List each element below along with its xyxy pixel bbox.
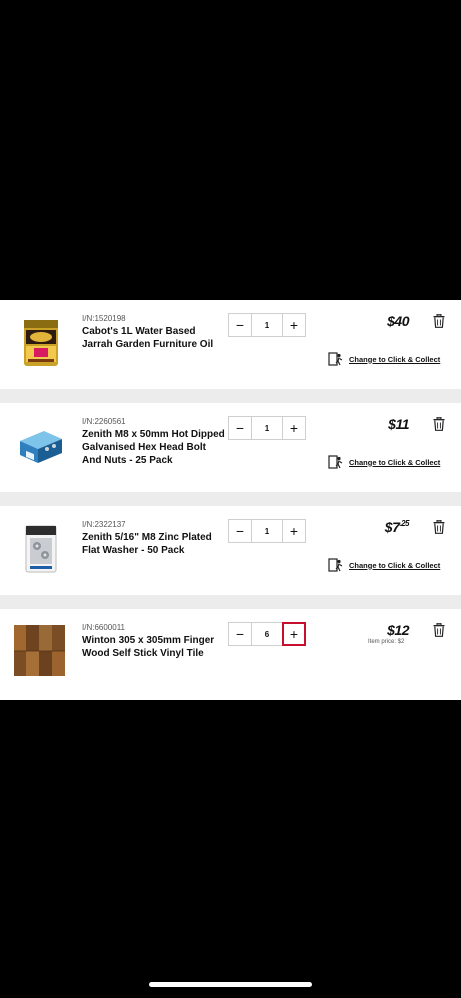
price-dollars: $11 (388, 416, 409, 432)
click-collect-icon (328, 352, 343, 366)
decrease-quantity-button[interactable]: − (228, 313, 252, 337)
product-image-vinyl-tile[interactable] (14, 625, 65, 676)
product-image-washer-pack[interactable] (14, 522, 68, 576)
item-name[interactable]: Cabot's 1L Water Based Jarrah Garden Fur… (82, 325, 227, 351)
decrease-quantity-button[interactable]: − (228, 416, 252, 440)
click-collect-icon (328, 455, 343, 469)
quantity-stepper: − 1 + (228, 313, 308, 337)
price-cents: .25 (399, 519, 409, 528)
click-collect-label[interactable]: Change to Click & Collect (349, 355, 440, 364)
item-number: I/N:1520198 (82, 314, 126, 323)
unit-price: Item price: $2 (368, 639, 405, 645)
cart-item: I/N:6600011 Winton 305 x 305mm Finger Wo… (0, 609, 461, 700)
price-dollars: $7 (384, 519, 400, 535)
price-dollars: $40 (387, 313, 409, 329)
cart-item: I/N:2322137 Zenith 5/16" M8 Zinc Plated … (0, 506, 461, 595)
decrease-quantity-button[interactable]: − (228, 519, 252, 543)
item-price: $7.25 (384, 519, 410, 535)
increase-quantity-button[interactable]: + (282, 622, 306, 646)
cart-item: I/N:1520198 Cabot's 1L Water Based Jarra… (0, 300, 461, 389)
quantity-value[interactable]: 1 (251, 519, 283, 543)
quantity-value[interactable]: 1 (251, 313, 283, 337)
quantity-value[interactable]: 6 (251, 622, 283, 646)
quantity-value[interactable]: 1 (251, 416, 283, 440)
trash-icon[interactable] (433, 314, 445, 328)
product-image-bolt-box[interactable] (14, 419, 68, 473)
item-number: I/N:2322137 (82, 520, 126, 529)
cart-list: I/N:1520198 Cabot's 1L Water Based Jarra… (0, 300, 461, 700)
home-indicator[interactable] (149, 982, 312, 987)
item-price: $12 (387, 622, 409, 638)
quantity-stepper: − 1 + (228, 416, 308, 440)
trash-icon[interactable] (433, 623, 445, 637)
item-name[interactable]: Zenith M8 x 50mm Hot Dipped Galvanised H… (82, 428, 227, 467)
trash-icon[interactable] (433, 520, 445, 534)
click-collect-icon (328, 558, 343, 572)
click-collect-link[interactable]: Change to Click & Collect (328, 454, 440, 470)
product-image-oil-tin[interactable] (14, 316, 68, 370)
click-collect-link[interactable]: Change to Click & Collect (328, 557, 440, 573)
increase-quantity-button[interactable]: + (282, 313, 306, 337)
quantity-stepper: − 6 + (228, 622, 308, 646)
item-price: $11 (388, 416, 409, 432)
click-collect-link[interactable]: Change to Click & Collect (328, 351, 440, 367)
cart-screen: { "cart": { "items": [ { "item_no": "I/N… (0, 0, 461, 998)
click-collect-label[interactable]: Change to Click & Collect (349, 561, 440, 570)
cart-item: I/N:2260561 Zenith M8 x 50mm Hot Dipped … (0, 403, 461, 492)
price-dollars: $12 (387, 622, 409, 638)
item-number: I/N:6600011 (82, 623, 125, 632)
item-name[interactable]: Winton 305 x 305mm Finger Wood Self Stic… (82, 634, 227, 660)
decrease-quantity-button[interactable]: − (228, 622, 252, 646)
trash-icon[interactable] (433, 417, 445, 431)
increase-quantity-button[interactable]: + (282, 416, 306, 440)
item-name[interactable]: Zenith 5/16" M8 Zinc Plated Flat Washer … (82, 531, 227, 557)
quantity-stepper: − 1 + (228, 519, 308, 543)
item-number: I/N:2260561 (82, 417, 126, 426)
item-price: $40 (387, 313, 409, 329)
increase-quantity-button[interactable]: + (282, 519, 306, 543)
click-collect-label[interactable]: Change to Click & Collect (349, 458, 440, 467)
